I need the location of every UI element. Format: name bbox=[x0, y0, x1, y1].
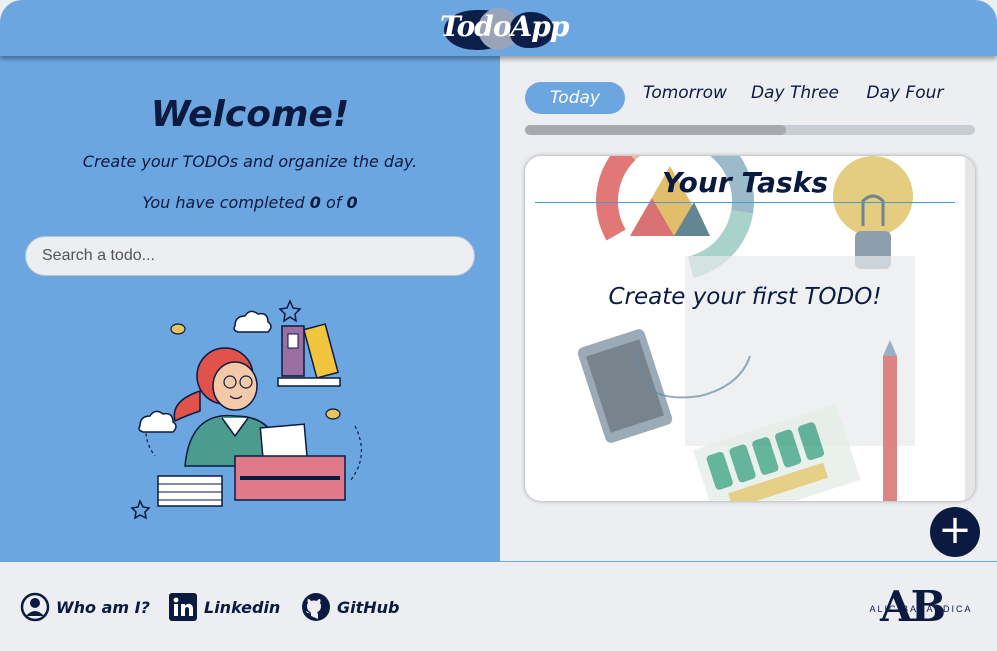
welcome-subtitle: Create your TODOs and organize the day. bbox=[82, 152, 418, 171]
tasks-scrollbar[interactable] bbox=[965, 156, 975, 501]
completed-prefix: You have completed bbox=[142, 193, 305, 212]
tab-today[interactable]: Today bbox=[525, 82, 625, 114]
tab-progress-fill bbox=[525, 125, 786, 135]
app-logo: TodoApp bbox=[440, 4, 569, 52]
brand-name: ALIC BARANDICA bbox=[869, 604, 973, 614]
search-input[interactable] bbox=[25, 236, 475, 276]
logo-text: TodoApp bbox=[440, 10, 569, 43]
completed-of: of bbox=[325, 193, 342, 212]
brand-logo: AB ALIC BARANDICA bbox=[860, 582, 982, 631]
tab-progress-bar bbox=[525, 125, 975, 135]
github-link[interactable]: GitHub bbox=[301, 590, 400, 624]
welcome-panel: Welcome! Create your TODOs and organize … bbox=[0, 56, 500, 561]
tab-day-four[interactable]: Day Four bbox=[855, 77, 955, 109]
welcome-title: Welcome! bbox=[150, 94, 350, 135]
linkedin-label: Linkedin bbox=[204, 597, 281, 617]
completed-count: 0 bbox=[309, 193, 321, 212]
tab-tomorrow[interactable]: Tomorrow bbox=[635, 77, 735, 109]
add-todo-button[interactable]: + bbox=[930, 507, 980, 557]
github-label: GitHub bbox=[337, 597, 400, 617]
linkedin-icon bbox=[169, 593, 197, 621]
tasks-card: Your Tasks Create your first TODO! bbox=[525, 156, 975, 501]
github-icon bbox=[302, 593, 330, 621]
empty-tasks-message: Create your first TODO! bbox=[608, 284, 882, 310]
who-am-i-link[interactable]: Who am I? bbox=[20, 590, 150, 624]
footer: Who am I? Linkedin GitHub AB ALIC BARAND… bbox=[0, 561, 997, 651]
who-am-i-label: Who am I? bbox=[56, 597, 150, 617]
completed-summary: You have completed 0 of 0 bbox=[0, 193, 500, 212]
day-tabs: Today Tomorrow Day Three Day Four bbox=[525, 82, 975, 116]
tasks-divider bbox=[535, 202, 955, 203]
tab-day-three[interactable]: Day Three bbox=[745, 77, 845, 109]
total-count: 0 bbox=[346, 193, 358, 212]
tasks-background-illustration bbox=[577, 156, 915, 501]
todo-app: TodoApp Welcome! Create your TODOs and o… bbox=[0, 0, 997, 651]
app-header: TodoApp bbox=[0, 0, 997, 56]
user-circle-icon bbox=[20, 592, 50, 622]
linkedin-link[interactable]: Linkedin bbox=[168, 590, 280, 624]
tasks-title: Your Tasks bbox=[661, 166, 829, 199]
woman-working-illustration bbox=[130, 299, 362, 520]
